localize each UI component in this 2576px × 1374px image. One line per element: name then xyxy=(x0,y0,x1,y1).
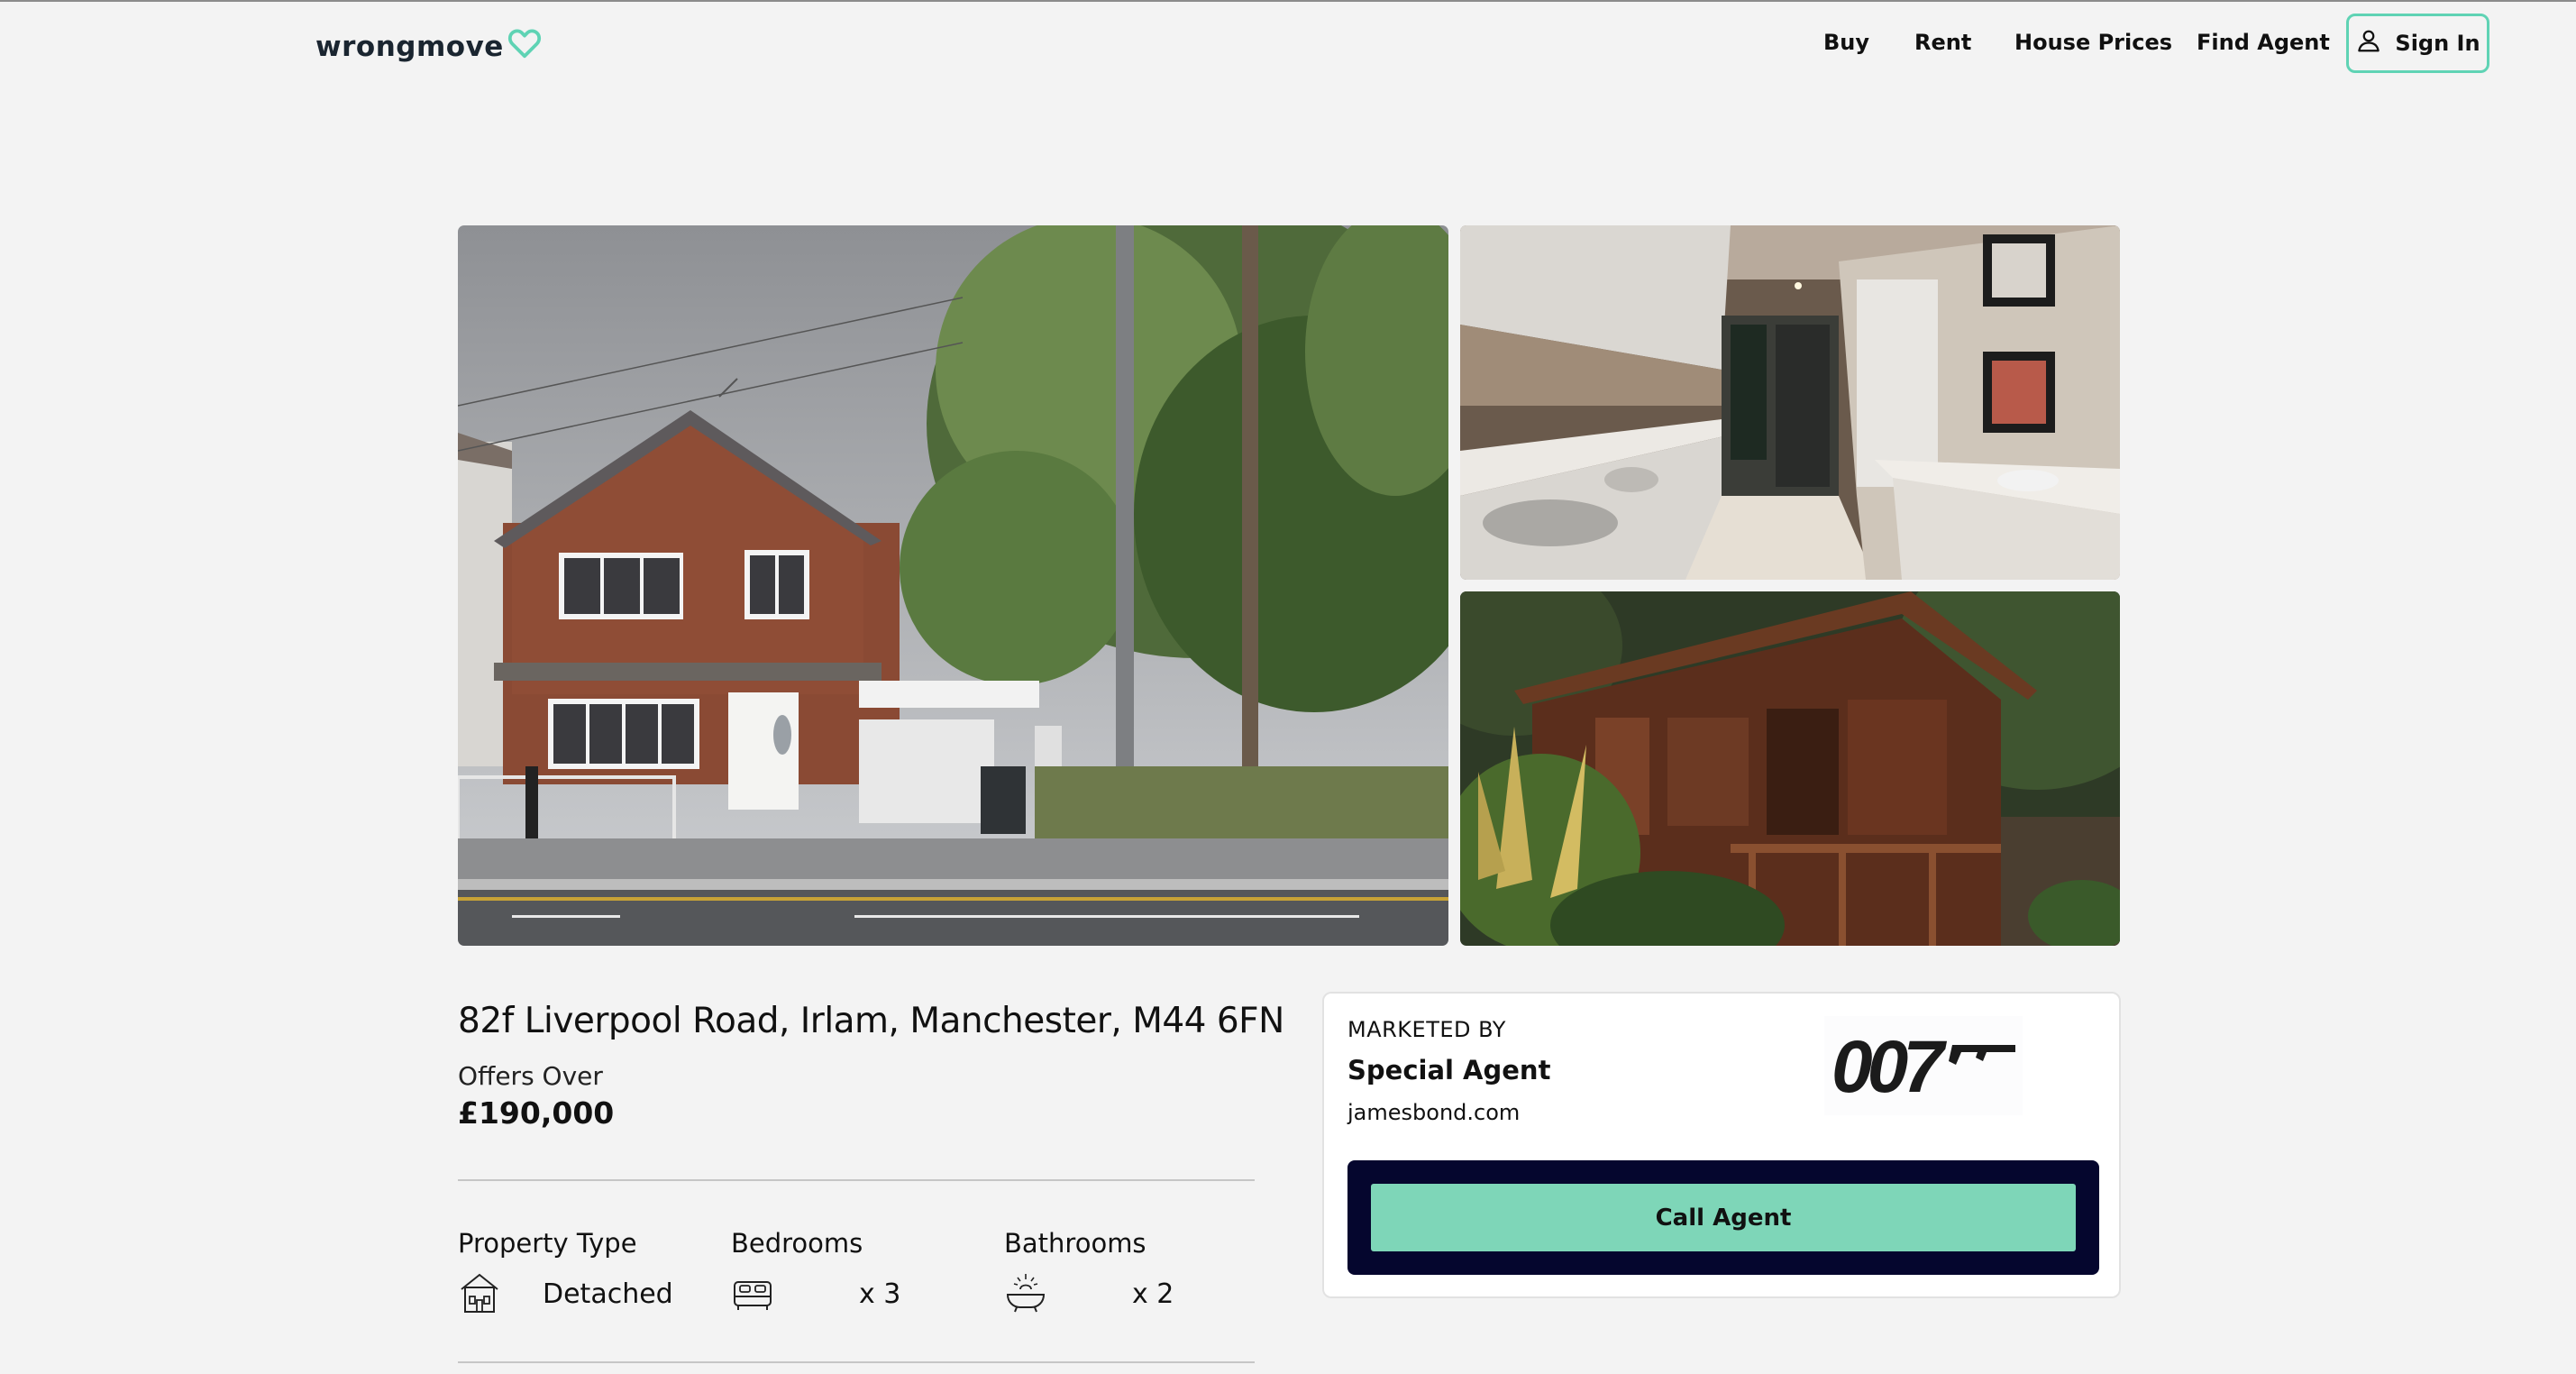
bed-icon xyxy=(731,1271,774,1314)
user-icon xyxy=(2355,27,2382,60)
heart-icon xyxy=(507,26,542,68)
nav-buy[interactable]: Buy xyxy=(1823,30,1869,55)
call-agent-button[interactable]: Call Agent xyxy=(1371,1184,2076,1251)
feature-heading-bathrooms: Bathrooms xyxy=(1004,1228,1146,1259)
photo-kitchen[interactable] xyxy=(1460,225,2120,580)
house-icon xyxy=(458,1271,501,1314)
price-qualifier: Offers Over xyxy=(458,1061,603,1091)
agent-card: MARKETED BY Special Agent jamesbond.com … xyxy=(1322,992,2121,1298)
feature-value-bathrooms: x 2 xyxy=(1132,1278,1174,1310)
divider-bottom xyxy=(458,1361,1255,1363)
bath-icon xyxy=(1004,1271,1047,1314)
nav-house-prices[interactable]: House Prices xyxy=(2014,30,2172,55)
call-agent-container: Call Agent xyxy=(1347,1160,2099,1275)
sign-in-label: Sign In xyxy=(2395,31,2480,56)
photo-main-house[interactable] xyxy=(458,225,1448,946)
logo-text: wrongmove xyxy=(315,31,504,63)
marketed-by-label: MARKETED BY xyxy=(1347,1017,1506,1042)
feature-heading-property-type: Property Type xyxy=(458,1228,637,1259)
photo-cabin[interactable] xyxy=(1460,591,2120,946)
feature-value-bedrooms: x 3 xyxy=(859,1278,901,1310)
svg-text:007: 007 xyxy=(1832,1026,1947,1108)
divider-top xyxy=(458,1179,1255,1181)
site-logo[interactable]: wrongmove xyxy=(315,26,542,68)
top-border xyxy=(0,0,2576,2)
feature-value-property-type: Detached xyxy=(543,1278,673,1310)
sign-in-button[interactable]: Sign In xyxy=(2346,14,2489,73)
nav-rent[interactable]: Rent xyxy=(1914,30,1971,55)
property-address: 82f Liverpool Road, Irlam, Manchester, M… xyxy=(458,1001,1284,1041)
agent-name: Special Agent xyxy=(1347,1055,1551,1085)
feature-heading-bedrooms: Bedrooms xyxy=(731,1228,863,1259)
agent-logo: 007 xyxy=(1824,1016,2023,1115)
agent-website[interactable]: jamesbond.com xyxy=(1347,1100,1520,1125)
property-price: £190,000 xyxy=(458,1095,615,1131)
nav-find-agent[interactable]: Find Agent xyxy=(2197,30,2330,55)
